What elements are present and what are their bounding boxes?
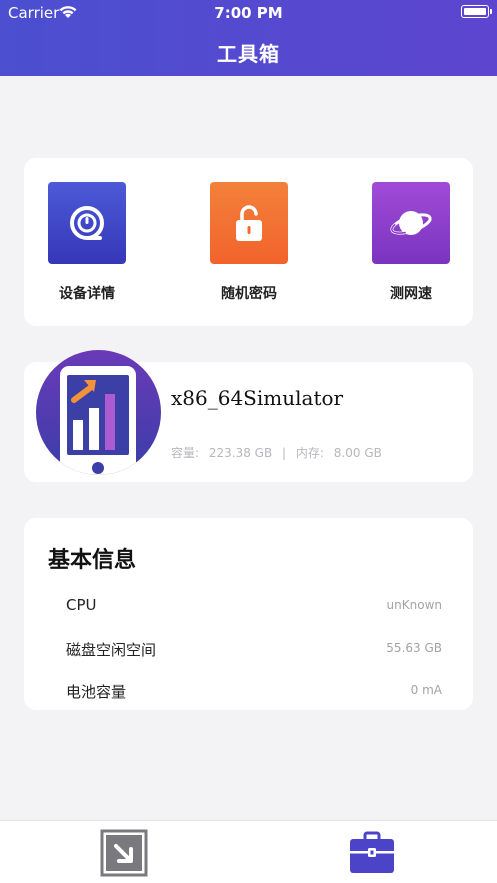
tab-export[interactable]: [100, 829, 148, 877]
export-icon: [100, 829, 148, 877]
info-value: 0 mA: [410, 683, 442, 697]
memory-label: 内存:: [295, 446, 324, 460]
planet-icon[interactable]: [372, 182, 450, 264]
info-key: 电池容量: [66, 683, 127, 701]
lock-icon[interactable]: [210, 182, 288, 264]
tool-label: 随机密码: [221, 286, 277, 302]
tab-bar: [0, 820, 497, 883]
info-row-cpu: CPU unKnown: [66, 596, 442, 618]
storage-value: 223.38 GB: [208, 446, 273, 460]
info-key: CPU: [66, 596, 97, 614]
info-row-battery: 电池容量 0 mA: [66, 681, 442, 703]
toolbox-icon: [350, 831, 394, 873]
status-time: 7:00 PM: [214, 4, 283, 22]
device-meta: 容量: 223.38 GB | 内存: 8.00 GB: [171, 444, 388, 461]
info-key: 磁盘空闲空间: [66, 641, 157, 659]
tool-device-detail[interactable]: 设备详情: [32, 182, 142, 312]
nav-header: Carrier 7:00 PM 工具箱: [0, 0, 497, 76]
meta-separator: |: [282, 446, 287, 460]
info-row-disk-free: 磁盘空闲空间 55.63 GB: [66, 639, 442, 661]
tool-label: 设备详情: [59, 286, 115, 302]
battery-icon: [461, 5, 492, 18]
tool-speed-test[interactable]: 测网速: [356, 182, 466, 312]
device-name: x86_64Simulator: [171, 386, 344, 410]
status-bar: Carrier 7:00 PM: [0, 0, 497, 26]
info-value: 55.63 GB: [386, 641, 442, 655]
tool-label: 测网速: [390, 286, 432, 302]
tools-card: 设备详情 随机密码 测网速: [24, 158, 473, 326]
section-title: 基本信息: [48, 548, 137, 573]
page-title: 工具箱: [217, 42, 280, 66]
memory-value: 8.00 GB: [333, 446, 382, 460]
storage-label: 容量:: [171, 446, 200, 460]
tab-toolbox[interactable]: [348, 829, 396, 877]
info-value: unKnown: [386, 598, 442, 612]
basic-info-card: 基本信息 CPU unKnown 磁盘空闲空间 55.63 GB 电池容量 0 …: [24, 518, 473, 710]
tool-random-password[interactable]: 随机密码: [194, 182, 304, 312]
device-detail-icon[interactable]: [48, 182, 126, 264]
device-phone-icon: [36, 350, 161, 475]
